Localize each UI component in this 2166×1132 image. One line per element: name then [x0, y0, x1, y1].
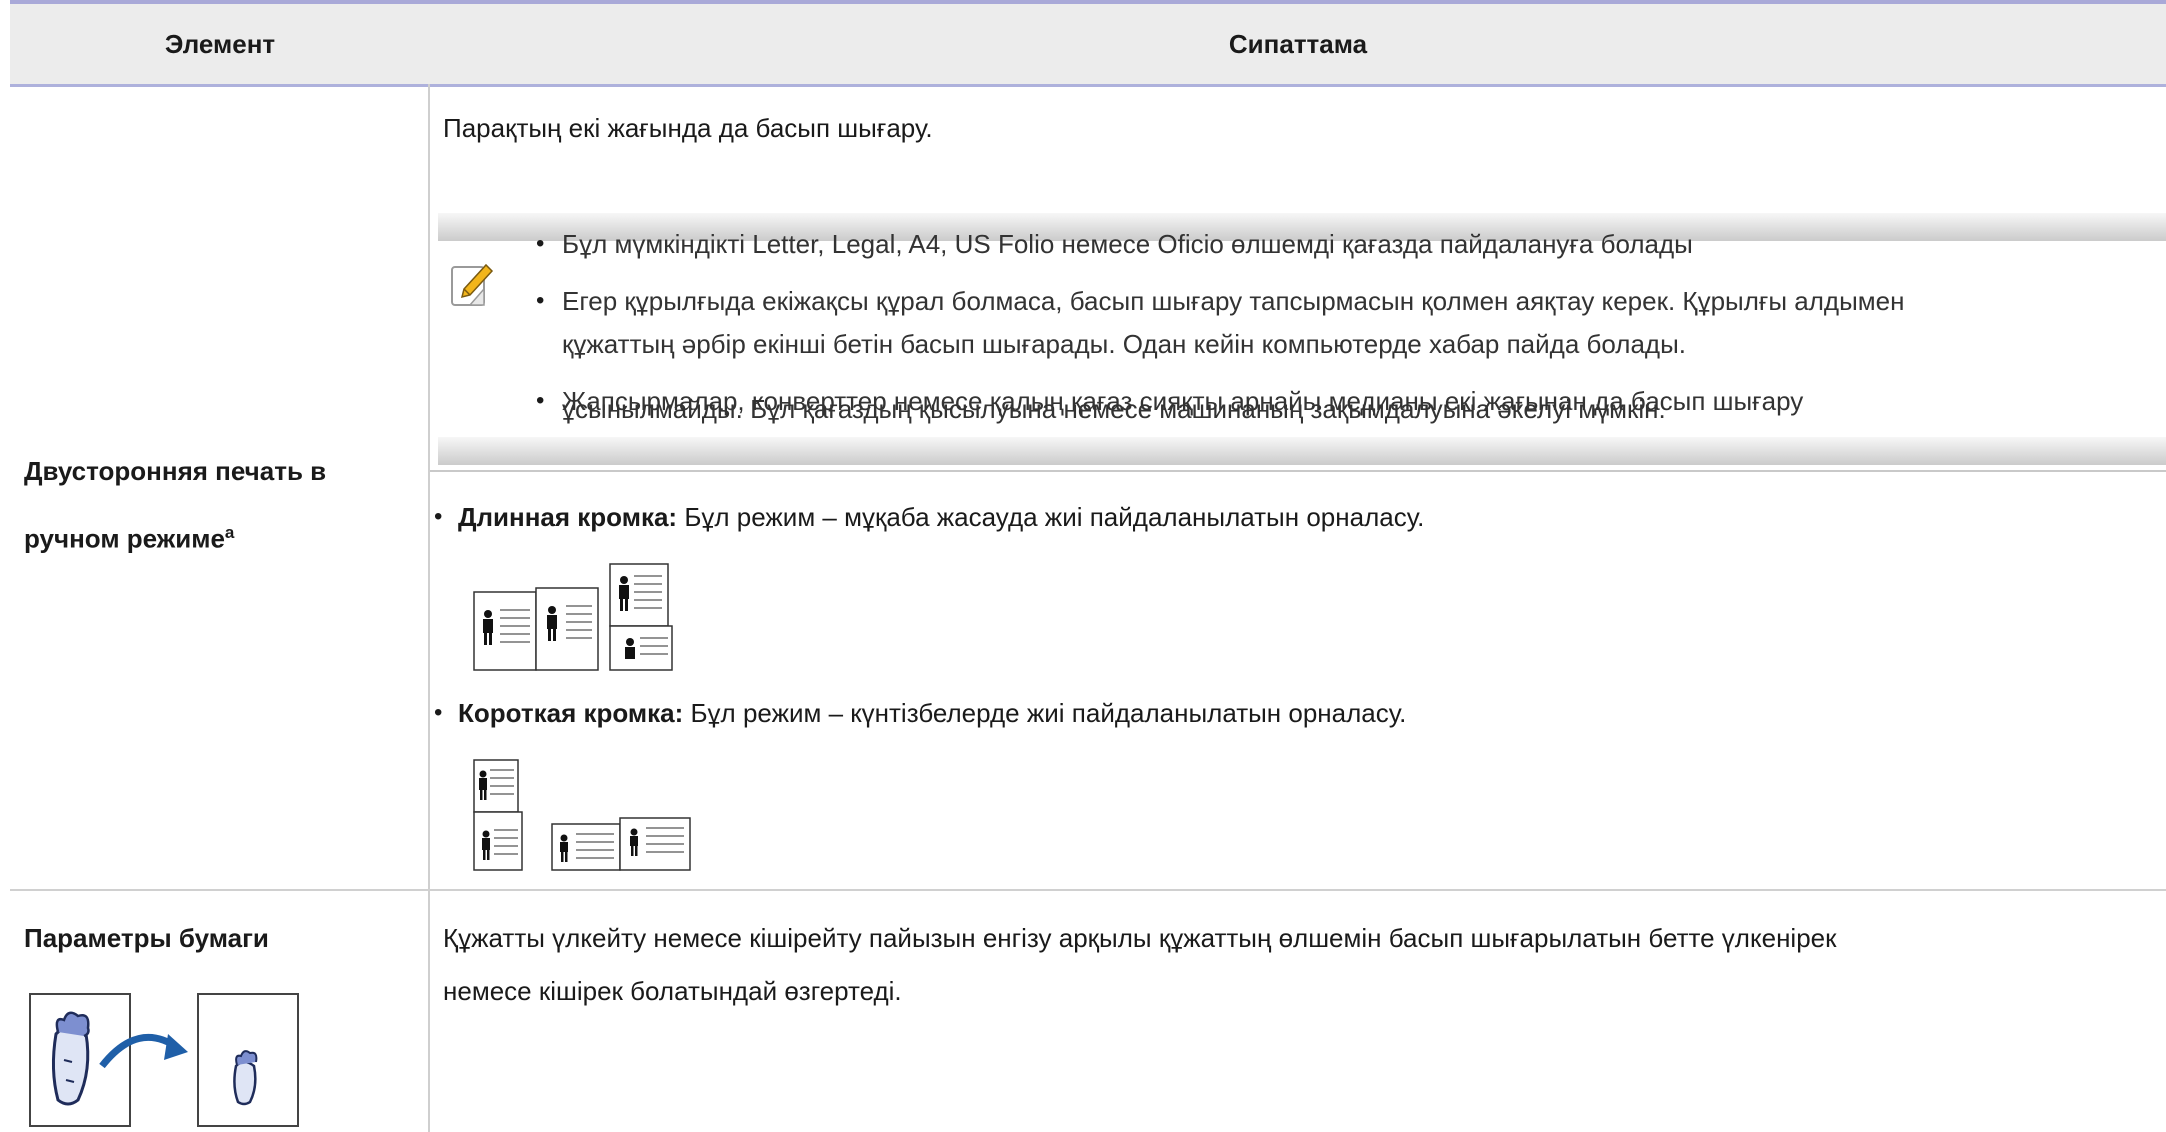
column-divider [428, 84, 430, 1132]
note-separator [430, 470, 2166, 472]
note-bullet-marker: • [536, 387, 545, 414]
header-element: Элемент [164, 29, 276, 59]
option-bullet-marker: • [434, 503, 443, 530]
note-bullet-2-cont: құжаттың әрбір екінші бетін басып шығара… [562, 329, 1687, 359]
note-bullet-3-cont: ұсынылмайды. Бұл қағаздың қысылуына неме… [562, 394, 1666, 424]
pencil-note-icon [451, 263, 494, 306]
long-edge-binding-icon [473, 563, 673, 671]
long-edge-option: Длинная кромка: Бұл режим – мұқаба жасау… [458, 502, 1425, 532]
row1-element-label: Двусторонняя печать в [24, 456, 327, 486]
note-bullet-2: Егер құрылғыда екіжақсы құрал болмаса, б… [562, 286, 1905, 316]
option-bullet-marker: • [434, 699, 443, 726]
row1-intro: Парақтың екі жағында да басып шығару. [443, 113, 933, 143]
note-bullet-1: Бұл мүмкіндікті Letter, Legal, A4, US Fo… [562, 229, 1693, 259]
table-header: Элемент Сипаттама [10, 4, 2166, 87]
page-scaling-icon [29, 993, 299, 1127]
document-table: Элемент Сипаттама Двусторонняя печать в … [10, 0, 2166, 1132]
row2-description-line1: Құжатты үлкейту немесе кішірейту пайызын… [443, 923, 1837, 953]
row1-element-label-line2: ручном режимеa [24, 523, 235, 554]
note-bullet-marker: • [536, 287, 545, 314]
short-edge-binding-icon [473, 759, 691, 871]
note-bullet-marker: • [536, 230, 545, 257]
short-edge-option: Короткая кромка: Бұл режим – күнтізбелер… [458, 698, 1407, 728]
row2-element-label: Параметры бумаги [24, 923, 269, 953]
row-separator [10, 889, 2166, 891]
note-bottom-band [438, 437, 2166, 465]
row2-description-line2: немесе кішірек болатындай өзгертеді. [443, 976, 902, 1006]
header-description: Сипаттама [1228, 29, 1368, 59]
